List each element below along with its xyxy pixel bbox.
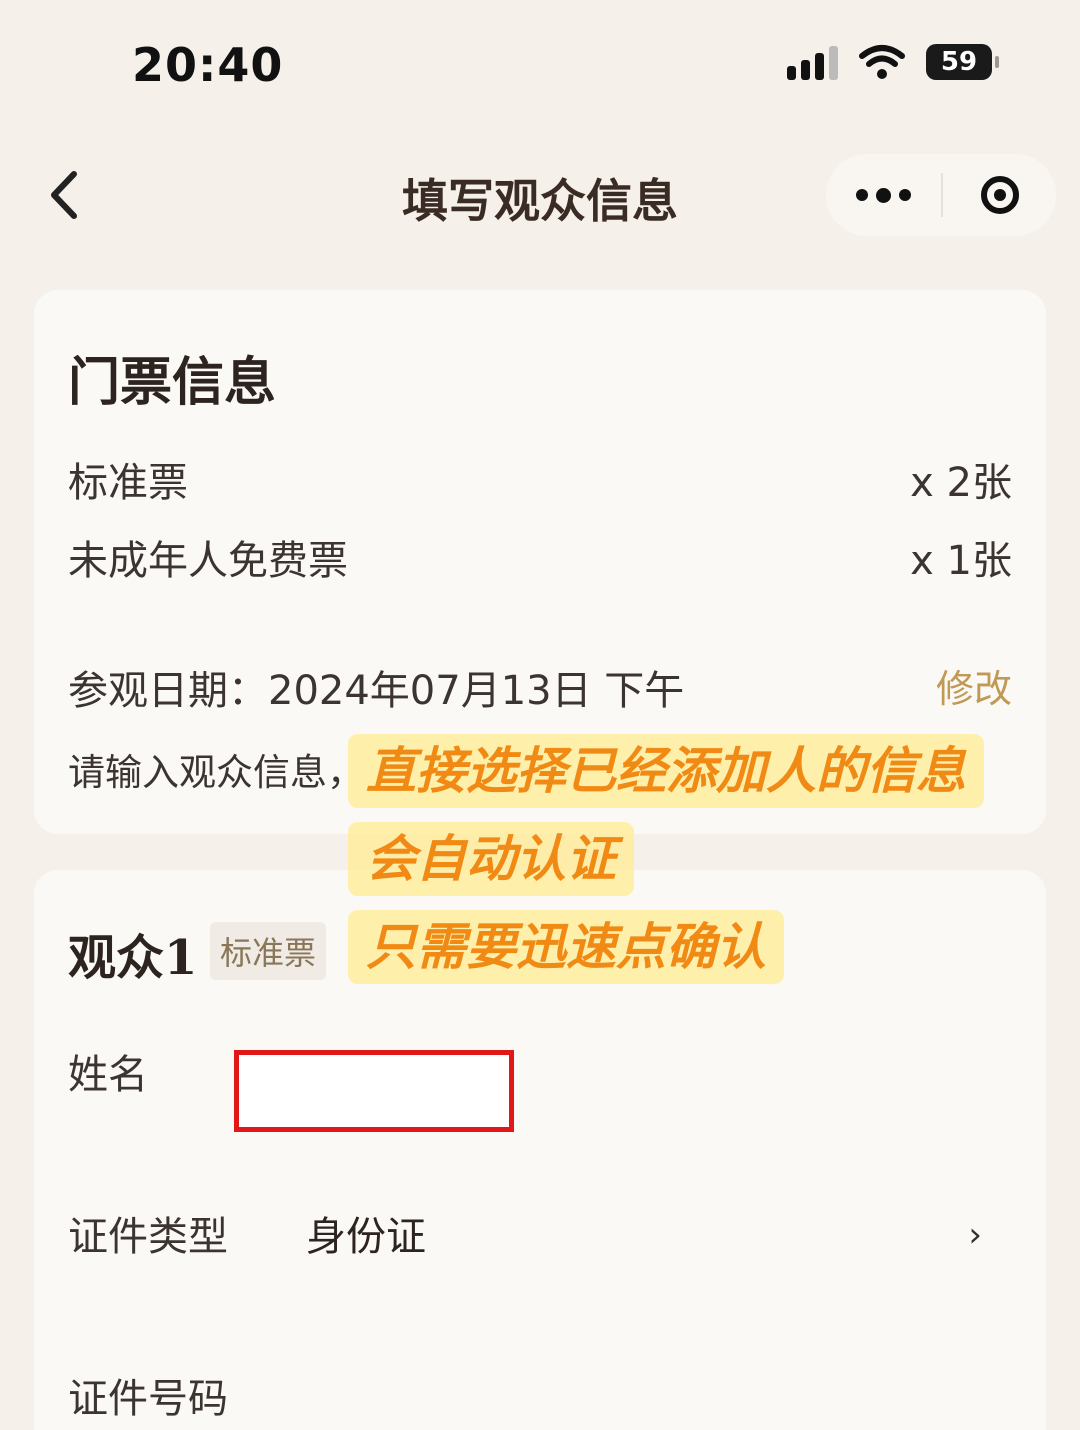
chevron-right-icon[interactable]: › — [968, 1215, 982, 1255]
signal-icon — [787, 44, 838, 80]
ticket-qty-standard: x 2张 — [910, 460, 1012, 506]
annotation-note: 只需要迅速点确认 — [348, 910, 784, 984]
mini-program-capsule — [826, 154, 1056, 236]
id-type-label: 证件类型 — [68, 1214, 228, 1260]
more-button[interactable] — [826, 154, 941, 236]
status-icons: 59 — [787, 44, 999, 80]
visitor-title: 观众1 — [68, 930, 198, 986]
status-time: 20:40 — [132, 38, 284, 92]
wifi-icon — [859, 45, 905, 79]
visit-date: 参观日期：2024年07月13日 下午 — [68, 668, 685, 714]
name-input[interactable] — [234, 1050, 514, 1132]
battery-icon: 59 — [926, 44, 999, 80]
annotation-note: 会自动认证 — [348, 822, 634, 896]
ticket-type-minor: 未成年人免费票 — [68, 538, 348, 584]
ticket-badge: 标准票 — [210, 922, 327, 980]
name-label: 姓名 — [68, 1052, 148, 1098]
id-number-label: 证件号码 — [68, 1376, 228, 1422]
more-icon-dot — [876, 187, 891, 203]
id-type-value[interactable]: 身份证 — [306, 1204, 426, 1262]
more-icon-dot — [856, 189, 868, 201]
visitor-prompt: 请输入观众信息， — [68, 751, 364, 794]
close-button[interactable] — [943, 154, 1056, 236]
ticket-qty-minor: x 1张 — [910, 538, 1012, 584]
modify-link[interactable]: 修改 — [936, 658, 1012, 713]
section-title: 门票信息 — [68, 352, 277, 413]
more-icon-dot — [899, 189, 911, 201]
annotation-note: 直接选择已经添加人的信息 — [348, 734, 984, 808]
page: 20:40 59 填写观众信息 门票信息 标准票 x 2张 未成年人免费票 x … — [0, 0, 1080, 1430]
target-icon — [980, 176, 1019, 214]
ticket-type-standard: 标准票 — [68, 460, 188, 506]
battery-level: 59 — [940, 47, 978, 77]
